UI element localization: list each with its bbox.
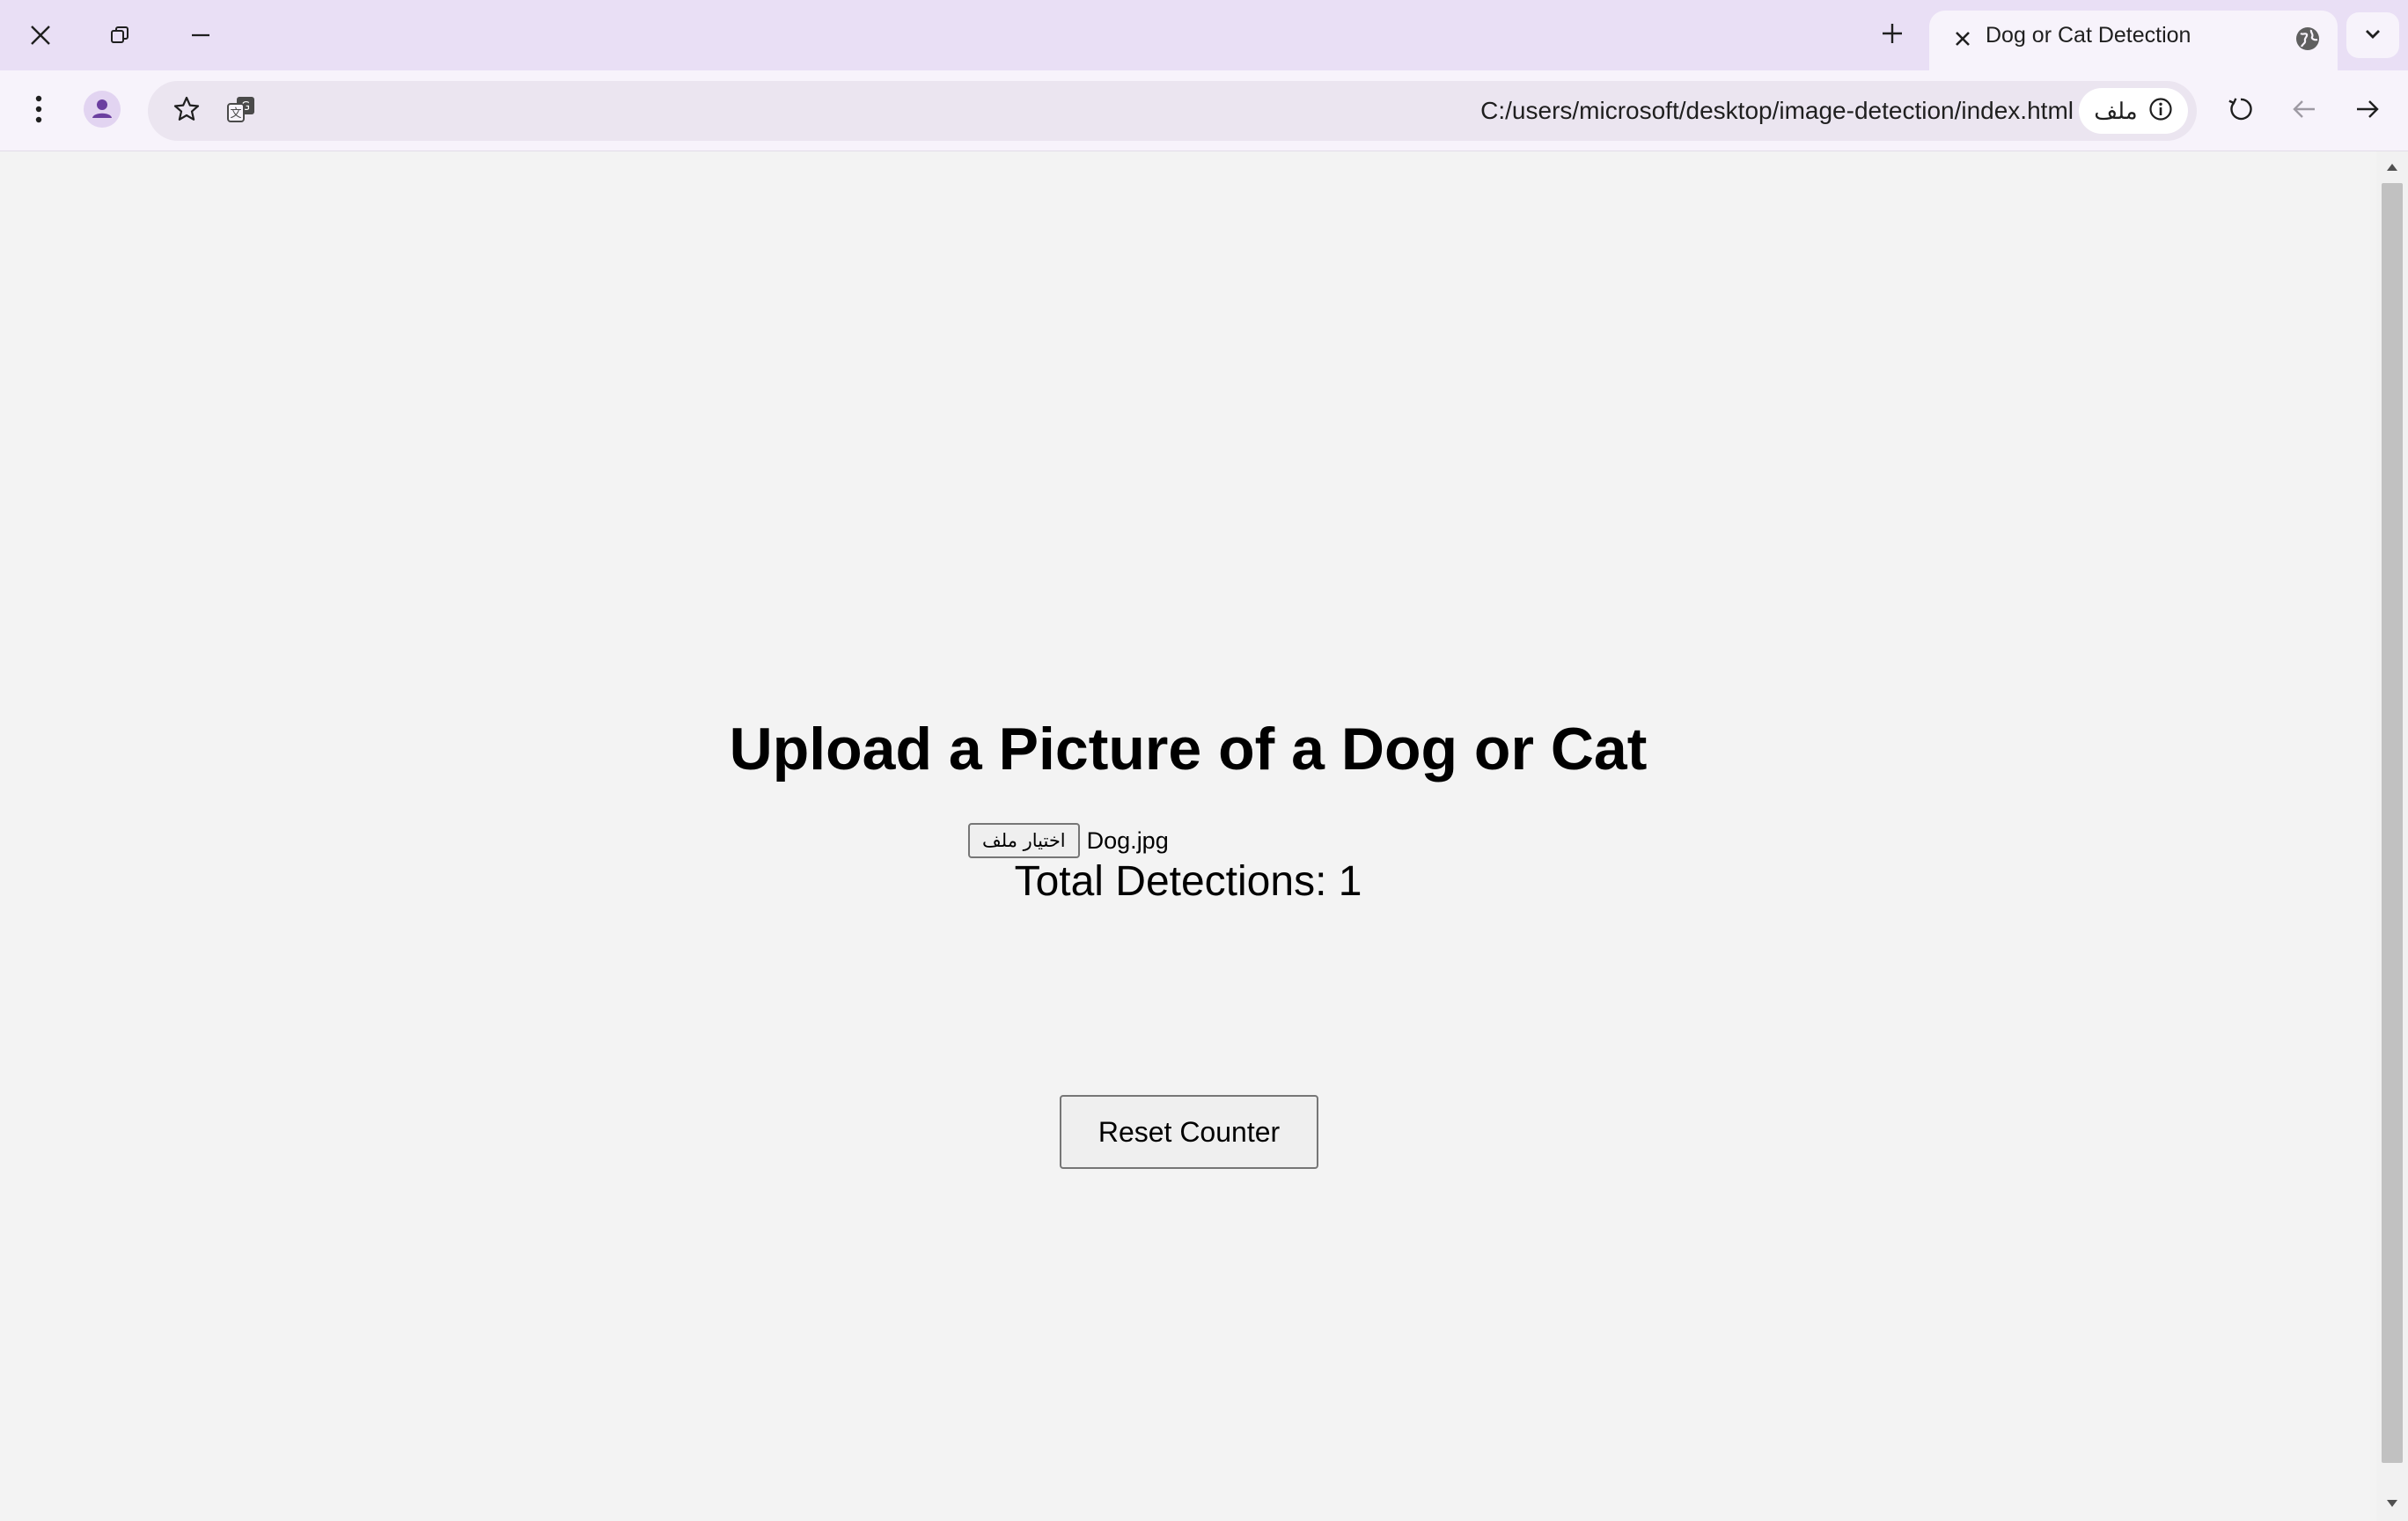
triangle-down-icon	[2386, 1496, 2398, 1512]
triangle-up-icon	[2386, 160, 2398, 176]
file-input: اختيار ملف Dog.jpg	[968, 822, 1169, 859]
restore-icon	[109, 25, 130, 46]
translate-icon: G 文	[225, 93, 257, 129]
vertical-scrollbar[interactable]	[2376, 151, 2408, 1521]
tab-dog-or-cat-detection[interactable]: Dog or Cat Detection	[1929, 11, 2338, 70]
url-text[interactable]: C:/users/microsoft/desktop/image-detecti…	[1480, 81, 2074, 141]
address-bar[interactable]: G 文 C:/users/microsoft/desktop/image-det…	[148, 81, 2197, 141]
page-viewport: Upload a Picture of a Dog or Cat اختيار …	[0, 151, 2408, 1521]
choose-file-button[interactable]: اختيار ملف	[968, 823, 1080, 858]
profile-icon	[83, 90, 121, 133]
tab-strip: Dog or Cat Detection	[0, 0, 2408, 70]
close-icon	[29, 24, 52, 47]
window-restore-button[interactable]	[95, 11, 144, 60]
site-info-label: ملف	[2094, 97, 2138, 124]
scrollbar-thumb[interactable]	[2382, 183, 2403, 1463]
arrow-forward-icon	[2354, 96, 2381, 127]
browser-toolbar: G 文 C:/users/microsoft/desktop/image-det…	[0, 70, 2408, 151]
site-info-chip[interactable]: ملف	[2079, 88, 2188, 134]
info-icon	[2148, 97, 2173, 126]
svg-text:文: 文	[230, 107, 241, 121]
globe-icon	[2292, 23, 2324, 55]
scroll-up-button[interactable]	[2376, 155, 2408, 181]
tab-title: Dog or Cat Detection	[1986, 23, 2191, 48]
translate-button[interactable]: G 文	[215, 84, 268, 137]
menu-button[interactable]	[12, 84, 65, 137]
back-button[interactable]	[2278, 84, 2331, 137]
scroll-down-button[interactable]	[2376, 1491, 2408, 1517]
window-close-button[interactable]	[16, 11, 65, 60]
profile-button[interactable]	[76, 84, 128, 137]
chevron-down-icon	[2363, 24, 2382, 48]
reload-button[interactable]	[2214, 84, 2267, 137]
minimize-icon	[190, 25, 211, 46]
new-tab-button[interactable]	[1868, 11, 1917, 60]
forward-button[interactable]	[2341, 84, 2394, 137]
arrow-back-icon	[2291, 96, 2317, 127]
close-icon	[1954, 30, 1971, 52]
reset-counter-button[interactable]: Reset Counter	[1060, 1095, 1318, 1169]
window-minimize-button[interactable]	[176, 11, 225, 60]
tab-list-button[interactable]	[2346, 12, 2399, 58]
tab-close-button[interactable]	[1943, 21, 1982, 60]
detection-counter: Total Detections: 1	[1014, 858, 1362, 905]
reload-icon	[2228, 96, 2254, 127]
browser-window: Dog or Cat Detection G 文 C:/users/micros…	[0, 0, 2408, 1521]
plus-icon	[1881, 22, 1904, 49]
bookmark-button[interactable]	[160, 84, 213, 137]
page-title: Upload a Picture of a Dog or Cat	[729, 716, 1648, 783]
selected-file-name: Dog.jpg	[1086, 827, 1169, 854]
kebab-menu-icon	[33, 94, 44, 129]
star-icon	[173, 95, 201, 128]
